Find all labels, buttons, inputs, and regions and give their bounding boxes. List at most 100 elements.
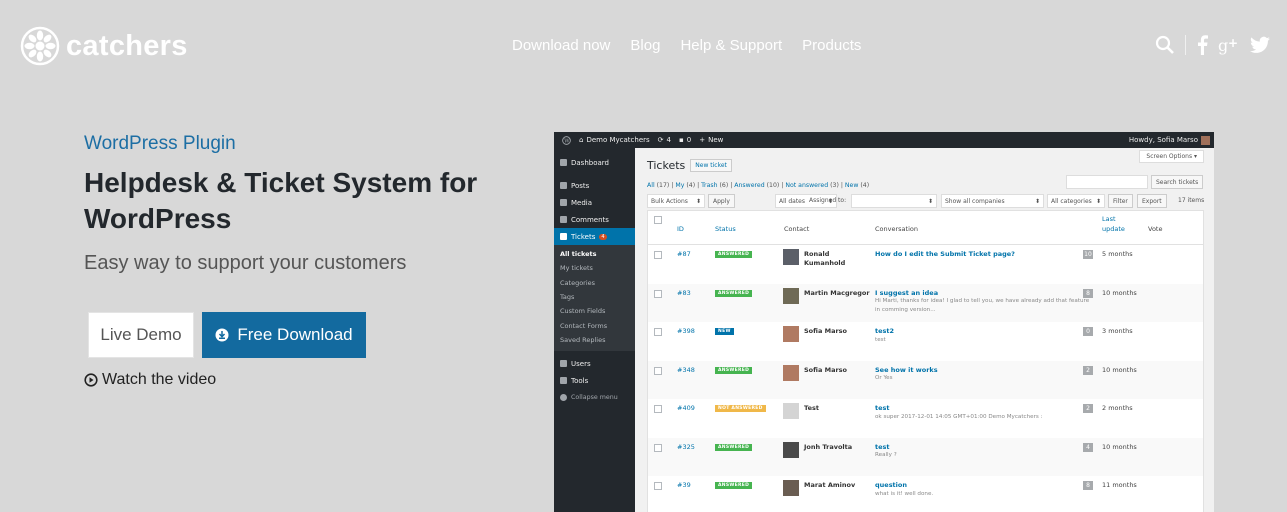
google-plus-icon[interactable]: g +	[1218, 35, 1240, 55]
wp-admin-bar: W ⌂ Demo Mycatchers ⟳ 4 ▪ 0 + New Howdy, Sof…	[554, 132, 1214, 148]
submenu-custom-fields: Custom Fields	[560, 307, 606, 316]
row-checkbox	[654, 482, 662, 490]
menu-tickets: Tickets 4	[554, 228, 635, 245]
comments-count: 0	[686, 136, 692, 144]
submenu-categories: Categories	[560, 278, 596, 287]
row-checkbox	[654, 443, 662, 452]
ticket-id: #87	[677, 250, 691, 258]
live-demo-button[interactable]: Live Demo	[88, 312, 194, 358]
comments-icon	[560, 216, 567, 223]
last-update: 10 months	[1102, 442, 1137, 451]
facebook-icon[interactable]	[1196, 35, 1208, 55]
select-all-checkbox	[654, 216, 662, 224]
conversation: How do I edit the Submit Ticket page?	[875, 250, 1090, 259]
plus-icon: +	[699, 136, 706, 144]
view-new: New	[844, 182, 859, 189]
nav-blog[interactable]: Blog	[630, 37, 660, 54]
users-icon	[560, 360, 567, 368]
status-badge: NEW	[715, 328, 734, 335]
submenu-all-tickets: All tickets	[560, 250, 597, 259]
status-badge: ANSWERED	[715, 366, 753, 374]
vote-count: 4	[1083, 442, 1093, 452]
view-my: My	[675, 182, 685, 189]
ticket-id: #83	[677, 288, 691, 297]
twitter-icon[interactable]	[1250, 36, 1270, 54]
vote-count: 2	[1083, 404, 1093, 413]
table-header: ID Status Contact Conversation Last upda…	[648, 211, 1203, 245]
companies-label: Show all companies	[945, 197, 1005, 205]
free-download-button[interactable]: Free Download	[202, 312, 366, 358]
free-download-label: Free Download	[237, 325, 353, 344]
ticket-id: #409	[677, 404, 695, 412]
menu-media: Media	[554, 194, 635, 211]
ticket-views: All (17) | My (4) | Trash (6) | Answered…	[647, 182, 870, 189]
search-icon[interactable]	[1155, 35, 1175, 55]
hero-subtitle: Easy way to support your customers	[84, 252, 407, 274]
contact-name: Jonh Travolta	[804, 443, 874, 452]
status-badge: ANSWERED	[715, 482, 753, 489]
main-navigation: Download now Blog Help & Support Product…	[512, 37, 861, 54]
view-answered: Answered	[734, 182, 765, 189]
contact-name-line1: Jonh Travolta	[804, 442, 853, 451]
admin-bar-comments: ▪ 0	[679, 136, 691, 144]
menu-tickets-label: Tickets	[571, 232, 596, 241]
contact-name: Sofia Marso	[804, 366, 874, 375]
search-tickets-button: Search tickets	[1151, 175, 1204, 189]
contact-name-line1: Sofia Marso	[804, 327, 848, 335]
nav-download-now[interactable]: Download now	[512, 37, 610, 54]
media-icon	[560, 199, 567, 206]
menu-posts-label: Posts	[571, 181, 590, 190]
menu-users-label: Users	[571, 359, 591, 368]
submenu-saved-replies: Saved Replies	[560, 335, 606, 344]
col-vote: Vote	[1148, 225, 1163, 233]
table-body: #87 ANSWERED Ronald Kumanhold How do I edit …	[648, 245, 1203, 512]
contact-avatar	[783, 287, 799, 304]
svg-text:g: g	[1218, 36, 1228, 55]
vote-count: 0	[1083, 327, 1093, 336]
contact-avatar	[783, 403, 799, 419]
admin-bar-site: ⌂ Demo Mycatchers	[579, 136, 650, 144]
conversation: test Really ?	[875, 443, 1090, 460]
view-new-count: (4)	[860, 182, 870, 189]
nav-help-support[interactable]: Help & Support	[680, 37, 782, 54]
avatar	[1201, 135, 1210, 145]
contact-name: Marat Aminov	[804, 481, 874, 490]
bulk-actions-label: Bulk Actions	[651, 197, 688, 205]
tickets-submenu: All tickets My tickets Categories Tags C…	[554, 245, 635, 352]
ticket-excerpt-line1: ok super 2017-12-01 14:05 GMT+01:00 Demo…	[875, 413, 1043, 420]
menu-comments: Comments	[554, 211, 635, 228]
ticket-search-input	[1066, 175, 1148, 189]
ticket-excerpt-line1: Hi Marti, thanks for idea! I glad to tel…	[875, 298, 1090, 304]
col-status: Status	[715, 225, 736, 233]
dates-label: All dates	[779, 197, 806, 205]
contact-name-line2: Kumanhold	[804, 259, 846, 267]
pin-icon	[560, 182, 567, 189]
menu-users: Users	[554, 355, 635, 372]
last-update: 3 months	[1102, 327, 1133, 335]
nav-products[interactable]: Products	[802, 37, 861, 54]
contact-name: Test	[804, 404, 874, 413]
conversation: See how it works Or Yes	[875, 366, 1090, 383]
col-conversation: Conversation	[875, 225, 918, 233]
social-divider	[1185, 35, 1186, 55]
watch-video-link[interactable]: Watch the video	[84, 371, 216, 389]
apply-button: Apply	[708, 194, 735, 208]
hero-title: Helpdesk & Ticket System for WordPress	[84, 167, 478, 234]
dropdown-arrow-icon: ⬍	[695, 197, 701, 205]
menu-dashboard: Dashboard	[554, 154, 635, 171]
svg-text:W: W	[564, 138, 570, 144]
view-trash-count: (6)	[719, 182, 729, 189]
screen-options-button: Screen Options ▾	[1139, 150, 1204, 163]
conversation: test ok super 2017-12-01 14:05 GMT+01:00 …	[875, 404, 1090, 421]
wordpress-icon: W	[562, 135, 571, 145]
items-count: 17 items	[1178, 197, 1205, 204]
dropdown-arrow-icon: ⬍	[927, 197, 933, 205]
last-update: 5 months	[1102, 250, 1133, 258]
submenu-tags: Tags	[560, 293, 575, 302]
ticket-subject: test2	[875, 327, 895, 335]
ticket-excerpt-line1: test	[875, 336, 886, 343]
wp-admin-menu: Dashboard Posts Media Comments Tickets 4 …	[554, 148, 635, 512]
brand-logo[interactable]: catchers	[20, 26, 188, 66]
ticket-excerpt-line1: Or Yes	[875, 375, 893, 381]
tickets-heading: Tickets New ticket	[647, 159, 732, 172]
